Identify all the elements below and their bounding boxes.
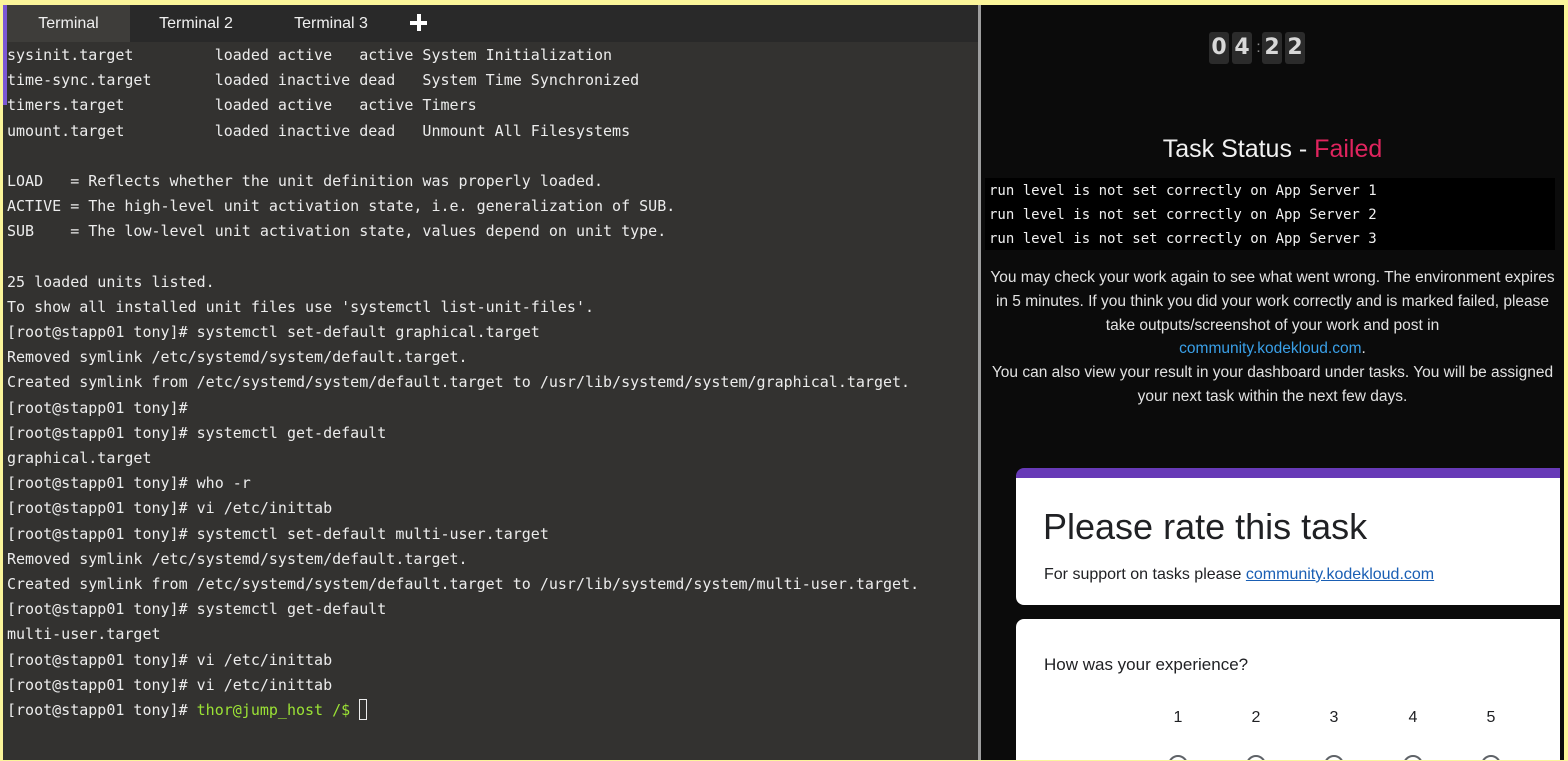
terminal-line: graphical.target — [7, 449, 152, 467]
terminal-line: 25 loaded units listed. — [7, 272, 215, 291]
experience-card: How was your experience? 1 2 3 4 5 — [1016, 619, 1564, 760]
terminal-line: [root@stapp01 tony]# who -r — [7, 474, 251, 493]
terminal-pane: Terminal Terminal 2 Terminal 3 sysinit.t… — [3, 5, 978, 760]
scale-label-5: 5 — [1486, 709, 1496, 726]
status-message-period: . — [1361, 340, 1366, 358]
rating-radio-4[interactable] — [1403, 755, 1423, 760]
rating-radio-2[interactable] — [1246, 755, 1266, 760]
terminal-line: SUB = The low-level unit activation stat… — [7, 222, 667, 241]
status-message-text: You may check your work again to see wha… — [990, 269, 1555, 334]
terminal-line: [root@stapp01 tony]# vi /etc/inittab — [7, 675, 333, 694]
terminal-line: [root@stapp01 tony]# vi /etc/inittab — [7, 499, 333, 518]
terminal-line: umount.target loaded inactive dead Unmou… — [7, 121, 631, 140]
countdown-timer: 0 4 : 2 2 — [1209, 32, 1308, 64]
terminal-line: [root@stapp01 tony]# vi /etc/inittab — [7, 650, 333, 669]
terminal-tab-bar: Terminal Terminal 2 Terminal 3 — [3, 5, 978, 42]
experience-question: How was your experience? — [1044, 655, 1249, 674]
terminal-line: multi-user.target — [7, 625, 161, 644]
timer-digit: 0 — [1209, 32, 1229, 64]
timer-digit: 4 — [1232, 32, 1252, 64]
status-message: You may check your work again to see wha… — [985, 266, 1560, 409]
scale-label-1: 1 — [1173, 709, 1183, 726]
error-line: run level is not set correctly on App Se… — [989, 183, 1377, 199]
terminal-line: Removed symlink /etc/systemd/system/defa… — [7, 549, 468, 568]
plus-icon[interactable] — [407, 11, 431, 35]
error-line: run level is not set correctly on App Se… — [989, 207, 1377, 223]
rating-radio-3[interactable] — [1324, 755, 1344, 760]
terminal-lines: sysinit.target loaded active active Syst… — [7, 43, 972, 698]
tab-terminal-2[interactable]: Terminal 2 — [130, 5, 262, 42]
support-link[interactable]: community.kodekloud.com — [1246, 566, 1434, 583]
task-status-result: Failed — [1314, 135, 1383, 163]
rate-task-title: Please rate this task — [1043, 506, 1368, 547]
community-link[interactable]: community.kodekloud.com — [1179, 340, 1361, 357]
terminal-line: [root@stapp01 tony]# systemctl set-defau… — [7, 524, 549, 543]
terminal-line: To show all installed unit files use 'sy… — [7, 297, 594, 316]
terminal-line: [root@stapp01 tony]# systemctl get-defau… — [7, 423, 387, 442]
timer-digit: 2 — [1262, 32, 1282, 64]
scale-label-4: 4 — [1408, 709, 1418, 726]
rating-radio-1[interactable] — [1168, 755, 1188, 760]
terminal-line: timers.target loaded active active Timer… — [7, 96, 477, 115]
support-text: For support on tasks please community.ko… — [1044, 566, 1434, 584]
task-status-pane: 0 4 : 2 2 Task Status - Failed run level… — [981, 5, 1564, 760]
support-label: For support on tasks please — [1044, 566, 1246, 583]
terminal-cursor — [359, 698, 368, 720]
terminal-line: ACTIVE = The high-level unit activation … — [7, 197, 676, 216]
tab-terminal-3[interactable]: Terminal 3 — [262, 5, 400, 42]
terminal-shell-prompt: thor@jump_host /$ — [196, 700, 360, 719]
terminal-prompt-line[interactable]: [root@stapp01 tony]# thor@jump_host /$ — [7, 698, 972, 723]
scale-label-2: 2 — [1251, 709, 1261, 726]
terminal-line: Removed symlink /etc/systemd/system/defa… — [7, 348, 468, 367]
terminal-line: [root@stapp01 tony]# — [7, 398, 188, 417]
task-status-title: Task Status - Failed — [981, 135, 1564, 164]
terminal-output[interactable]: sysinit.target loaded active active Syst… — [7, 43, 972, 758]
error-list: run level is not set correctly on App Se… — [985, 178, 1555, 250]
rate-task-card: Please rate this task For support on tas… — [1016, 468, 1564, 605]
terminal-line: sysinit.target loaded active active Syst… — [7, 46, 613, 64]
tab-terminal[interactable]: Terminal — [3, 5, 130, 42]
terminal-line: Created symlink from /etc/systemd/system… — [7, 373, 911, 392]
terminal-line: [root@stapp01 tony]# systemctl set-defau… — [7, 323, 540, 342]
timer-separator: : — [1256, 39, 1261, 56]
rating-radio-5[interactable] — [1481, 755, 1501, 760]
terminal-line: time-sync.target loaded inactive dead Sy… — [7, 71, 640, 90]
status-message-dashboard: You can also view your result in your da… — [991, 364, 1554, 405]
task-status-label: Task Status - — [1162, 135, 1315, 163]
scale-label-3: 3 — [1329, 709, 1339, 726]
timer-digit: 2 — [1285, 32, 1305, 64]
app-frame: Terminal Terminal 2 Terminal 3 sysinit.t… — [3, 5, 1564, 760]
terminal-line: LOAD = Reflects whether the unit definit… — [7, 171, 604, 190]
error-line: run level is not set correctly on App Se… — [989, 231, 1377, 247]
terminal-line: Created symlink from /etc/systemd/system… — [7, 574, 920, 593]
side-scrollbar[interactable] — [1560, 5, 1564, 760]
terminal-prompt-prefix: [root@stapp01 tony]# — [7, 700, 197, 719]
terminal-line: [root@stapp01 tony]# systemctl get-defau… — [7, 600, 387, 619]
